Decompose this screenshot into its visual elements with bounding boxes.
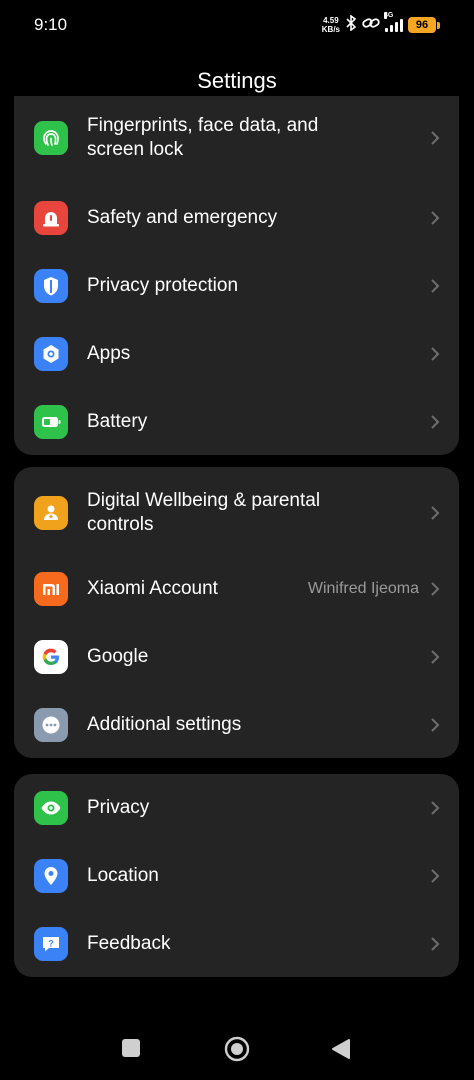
settings-item-label: Apps [87, 343, 131, 364]
settings-item-location[interactable]: Location [14, 842, 459, 910]
network-speed-value: 4.59 [323, 16, 339, 25]
battery-icon [34, 405, 68, 439]
settings-group-privacy: Privacy Location ? Feedback [14, 774, 459, 977]
fingerprint-icon [34, 121, 68, 155]
settings-item-label: Battery [87, 411, 148, 432]
bluetooth-icon [345, 13, 357, 36]
chevron-right-icon [431, 869, 440, 883]
settings-item-privacy[interactable]: Privacy [14, 774, 459, 842]
recents-button[interactable] [121, 1038, 141, 1063]
network-type: 4G [384, 12, 394, 19]
status-icons: 4.59 KB/s 4G 96 [322, 12, 440, 37]
chevron-right-icon [431, 582, 440, 596]
chevron-right-icon [431, 415, 440, 429]
shield-icon [34, 269, 68, 303]
network-speed: 4.59 KB/s [322, 16, 340, 34]
settings-item-battery[interactable]: Battery [14, 388, 459, 455]
settings-item-label: Privacy protection [87, 275, 239, 296]
link-icon [362, 16, 380, 35]
chevron-right-icon [431, 131, 440, 145]
battery-indicator: 96 [408, 17, 440, 33]
chevron-right-icon [431, 801, 440, 815]
chevron-right-icon [431, 211, 440, 225]
back-triangle-icon [332, 1039, 350, 1059]
account-name: Winifred Ijeoma [307, 580, 419, 597]
settings-item-label: Safety and emergency [87, 207, 278, 228]
chevron-right-icon [431, 279, 440, 293]
settings-group-security: Fingerprints, face data, and screen lock… [14, 96, 459, 455]
chevron-right-icon [431, 718, 440, 732]
settings-item-digital-wellbeing[interactable]: Digital Wellbeing & parental controls [14, 479, 459, 547]
settings-item-safety[interactable]: Safety and emergency [14, 184, 459, 252]
google-icon [34, 640, 68, 674]
battery-level: 96 [408, 17, 436, 33]
settings-item-google[interactable]: Google [14, 623, 459, 691]
chevron-right-icon [431, 937, 440, 951]
settings-item-label: Additional settings [87, 714, 242, 735]
settings-item-label: Google [87, 646, 149, 667]
settings-item-privacy-protection[interactable]: Privacy protection [14, 252, 459, 320]
cell-signal-icon: 4G [384, 12, 403, 32]
settings-item-apps[interactable]: Apps [14, 320, 459, 388]
settings-group-accounts: Digital Wellbeing & parental controls Xi… [14, 467, 459, 758]
status-bar: 9:10 4.59 KB/s 4G 96 [0, 0, 474, 52]
clock: 9:10 [34, 15, 68, 34]
recents-square-icon [122, 1039, 140, 1057]
settings-item-label: Privacy [87, 797, 150, 818]
svg-text:?: ? [48, 939, 54, 949]
chevron-right-icon [431, 506, 440, 520]
home-button[interactable] [224, 1036, 250, 1067]
navigation-bar [0, 1020, 474, 1080]
network-speed-unit: KB/s [321, 25, 340, 34]
apps-gear-icon [34, 337, 68, 371]
more-dots-icon [34, 708, 68, 742]
home-circle-icon [224, 1036, 250, 1062]
settings-item-feedback[interactable]: ? Feedback [14, 910, 459, 977]
battery-tip [437, 21, 440, 29]
settings-item-label: Location [87, 865, 159, 886]
chevron-right-icon [431, 650, 440, 664]
settings-item-label: Digital Wellbeing & parental controls [87, 490, 321, 535]
settings-item-xiaomi-account[interactable]: Xiaomi Account Winifred Ijeoma [14, 555, 459, 623]
back-button[interactable] [331, 1038, 351, 1065]
feedback-question-icon: ? [34, 927, 68, 961]
emergency-icon [34, 201, 68, 235]
settings-item-additional-settings[interactable]: Additional settings [14, 691, 459, 758]
settings-item-label: Feedback [87, 933, 171, 954]
xiaomi-mi-icon [34, 572, 68, 606]
eye-icon [34, 791, 68, 825]
settings-item-label: Fingerprints, face data, and screen lock [87, 115, 319, 160]
wellbeing-icon [34, 496, 68, 530]
settings-item-fingerprints[interactable]: Fingerprints, face data, and screen lock [14, 104, 459, 172]
chevron-right-icon [431, 347, 440, 361]
location-pin-icon [34, 859, 68, 893]
